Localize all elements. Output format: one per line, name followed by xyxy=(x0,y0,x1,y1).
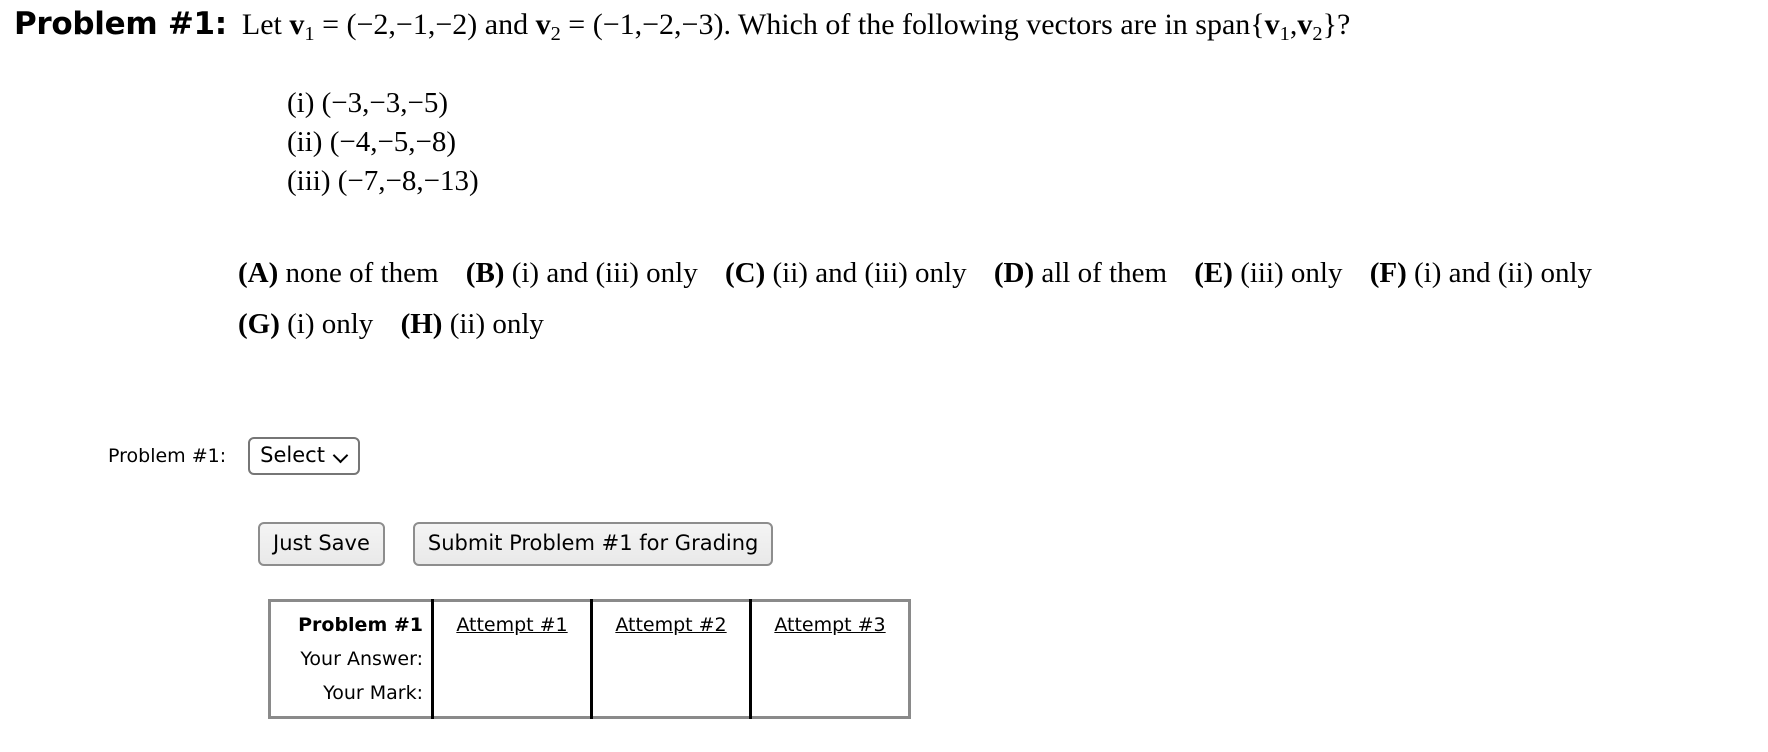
attempt-3-column: Attempt #3 xyxy=(751,601,910,718)
list-item: (ii) (−4,−5,−8) xyxy=(287,123,479,162)
equals-sign-1: = xyxy=(322,8,339,41)
list-item: (iii) (−7,−8,−13) xyxy=(287,162,479,201)
choice-c-key: (C) xyxy=(725,257,766,289)
attempt-results-table: Problem #1 Your Answer: Your Mark: Attem… xyxy=(268,599,911,719)
attempt-1-column: Attempt #1 xyxy=(432,600,593,718)
just-save-button[interactable]: Just Save xyxy=(258,522,385,566)
choice-d-text: all of them xyxy=(1041,257,1168,289)
vector-v2-symbol: v xyxy=(535,8,551,41)
table-row: Problem #1 Your Answer: Your Mark: Attem… xyxy=(269,600,910,718)
choice-e-key: (E) xyxy=(1194,257,1233,289)
choice-b-key: (B) xyxy=(465,257,505,289)
choice-f: (F) (i) and (ii) only xyxy=(1370,257,1592,289)
vector-option-marker: (ii) xyxy=(287,126,323,158)
results-row-label-your-answer: Your Answer: xyxy=(300,648,423,670)
span-v1-subscript: 1 xyxy=(1279,23,1290,46)
choice-d: (D) all of them xyxy=(994,257,1167,289)
vector-v1-symbol: v xyxy=(289,8,305,41)
choice-c-text: (ii) and (iii) only xyxy=(772,257,967,289)
choice-b-text: (i) and (iii) only xyxy=(511,257,698,289)
vector-option-value: (−3,−3,−5) xyxy=(321,87,449,119)
choice-g-text: (i) only xyxy=(287,308,374,340)
choice-h-key: (H) xyxy=(400,308,443,340)
choice-a-key: (A) xyxy=(238,257,279,289)
answer-choices: (A) none of them (B) (i) and (iii) only … xyxy=(238,248,1758,350)
choice-d-key: (D) xyxy=(993,257,1035,289)
choice-g-key: (G) xyxy=(238,308,280,340)
attempt-3-header: Attempt #3 xyxy=(774,614,886,636)
vector-option-marker: (iii) xyxy=(287,165,331,197)
chevron-down-icon xyxy=(334,448,349,463)
answer-select-label: Problem #1: xyxy=(108,445,227,467)
answer-select-value: Select xyxy=(260,443,325,467)
span-close: }? xyxy=(1322,8,1351,41)
choice-e: (E) (iii) only xyxy=(1194,257,1342,289)
choice-h-text: (ii) only xyxy=(449,308,544,340)
results-row-label-your-mark: Your Mark: xyxy=(323,682,423,704)
answer-choices-row-2: (G) (i) only (H) (ii) only xyxy=(238,299,1758,350)
choice-c: (C) (ii) and (iii) only xyxy=(725,257,967,289)
choice-b: (B) (i) and (iii) only xyxy=(466,257,698,289)
vector-v1-subscript: 1 xyxy=(304,23,315,46)
vector-v2-value: (−1,−2,−3). xyxy=(592,8,731,41)
problem-label: Problem #1: xyxy=(14,6,227,42)
answer-select[interactable]: Select xyxy=(248,437,360,475)
answer-select-row: Problem #1: Select xyxy=(108,437,360,475)
answer-choices-row-1: (A) none of them (B) (i) and (iii) only … xyxy=(238,248,1758,299)
conjunction-and: and xyxy=(484,8,529,41)
submit-for-grading-button[interactable]: Submit Problem #1 for Grading xyxy=(412,522,774,566)
vector-option-value: (−4,−5,−8) xyxy=(329,126,457,158)
choice-h: (H) (ii) only xyxy=(401,308,544,340)
vector-option-marker: (i) xyxy=(287,87,315,119)
choice-g: (G) (i) only xyxy=(238,308,373,340)
span-v2-subscript: 2 xyxy=(1312,23,1323,46)
equals-sign-2: = xyxy=(568,8,586,41)
results-label-column: Problem #1 Your Answer: Your Mark: xyxy=(269,600,434,718)
span-v1-symbol: v xyxy=(1264,8,1280,41)
attempt-2-header: Attempt #2 xyxy=(615,614,727,636)
attempt-1-header: Attempt #1 xyxy=(456,614,568,636)
choice-a: (A) none of them xyxy=(238,257,439,289)
statement-intro: Let xyxy=(241,8,282,41)
question-text: Which of the following vectors are in sp… xyxy=(737,8,1265,41)
vector-v2-subscript: 2 xyxy=(550,23,561,46)
form-button-row: Just Save Submit Problem #1 for Grading xyxy=(258,522,774,566)
choice-f-text: (i) and (ii) only xyxy=(1414,257,1592,289)
choice-e-text: (iii) only xyxy=(1240,257,1343,289)
vector-options-list: (i) (−3,−3,−5) (ii) (−4,−5,−8) (iii) (−7… xyxy=(287,84,479,201)
choice-a-text: none of them xyxy=(285,257,439,289)
span-v2-symbol: v xyxy=(1297,8,1313,41)
results-row-label-problem: Problem #1 xyxy=(298,614,423,636)
vector-v1-value: (−2,−1,−2) xyxy=(346,8,478,41)
vector-option-value: (−7,−8,−13) xyxy=(337,165,479,197)
list-item: (i) (−3,−3,−5) xyxy=(287,84,479,123)
choice-f-key: (F) xyxy=(1369,257,1407,289)
problem-statement: Problem #1: Let v1 = (−2,−1,−2) and v2 =… xyxy=(14,2,1764,56)
attempt-2-column: Attempt #2 xyxy=(591,600,752,718)
